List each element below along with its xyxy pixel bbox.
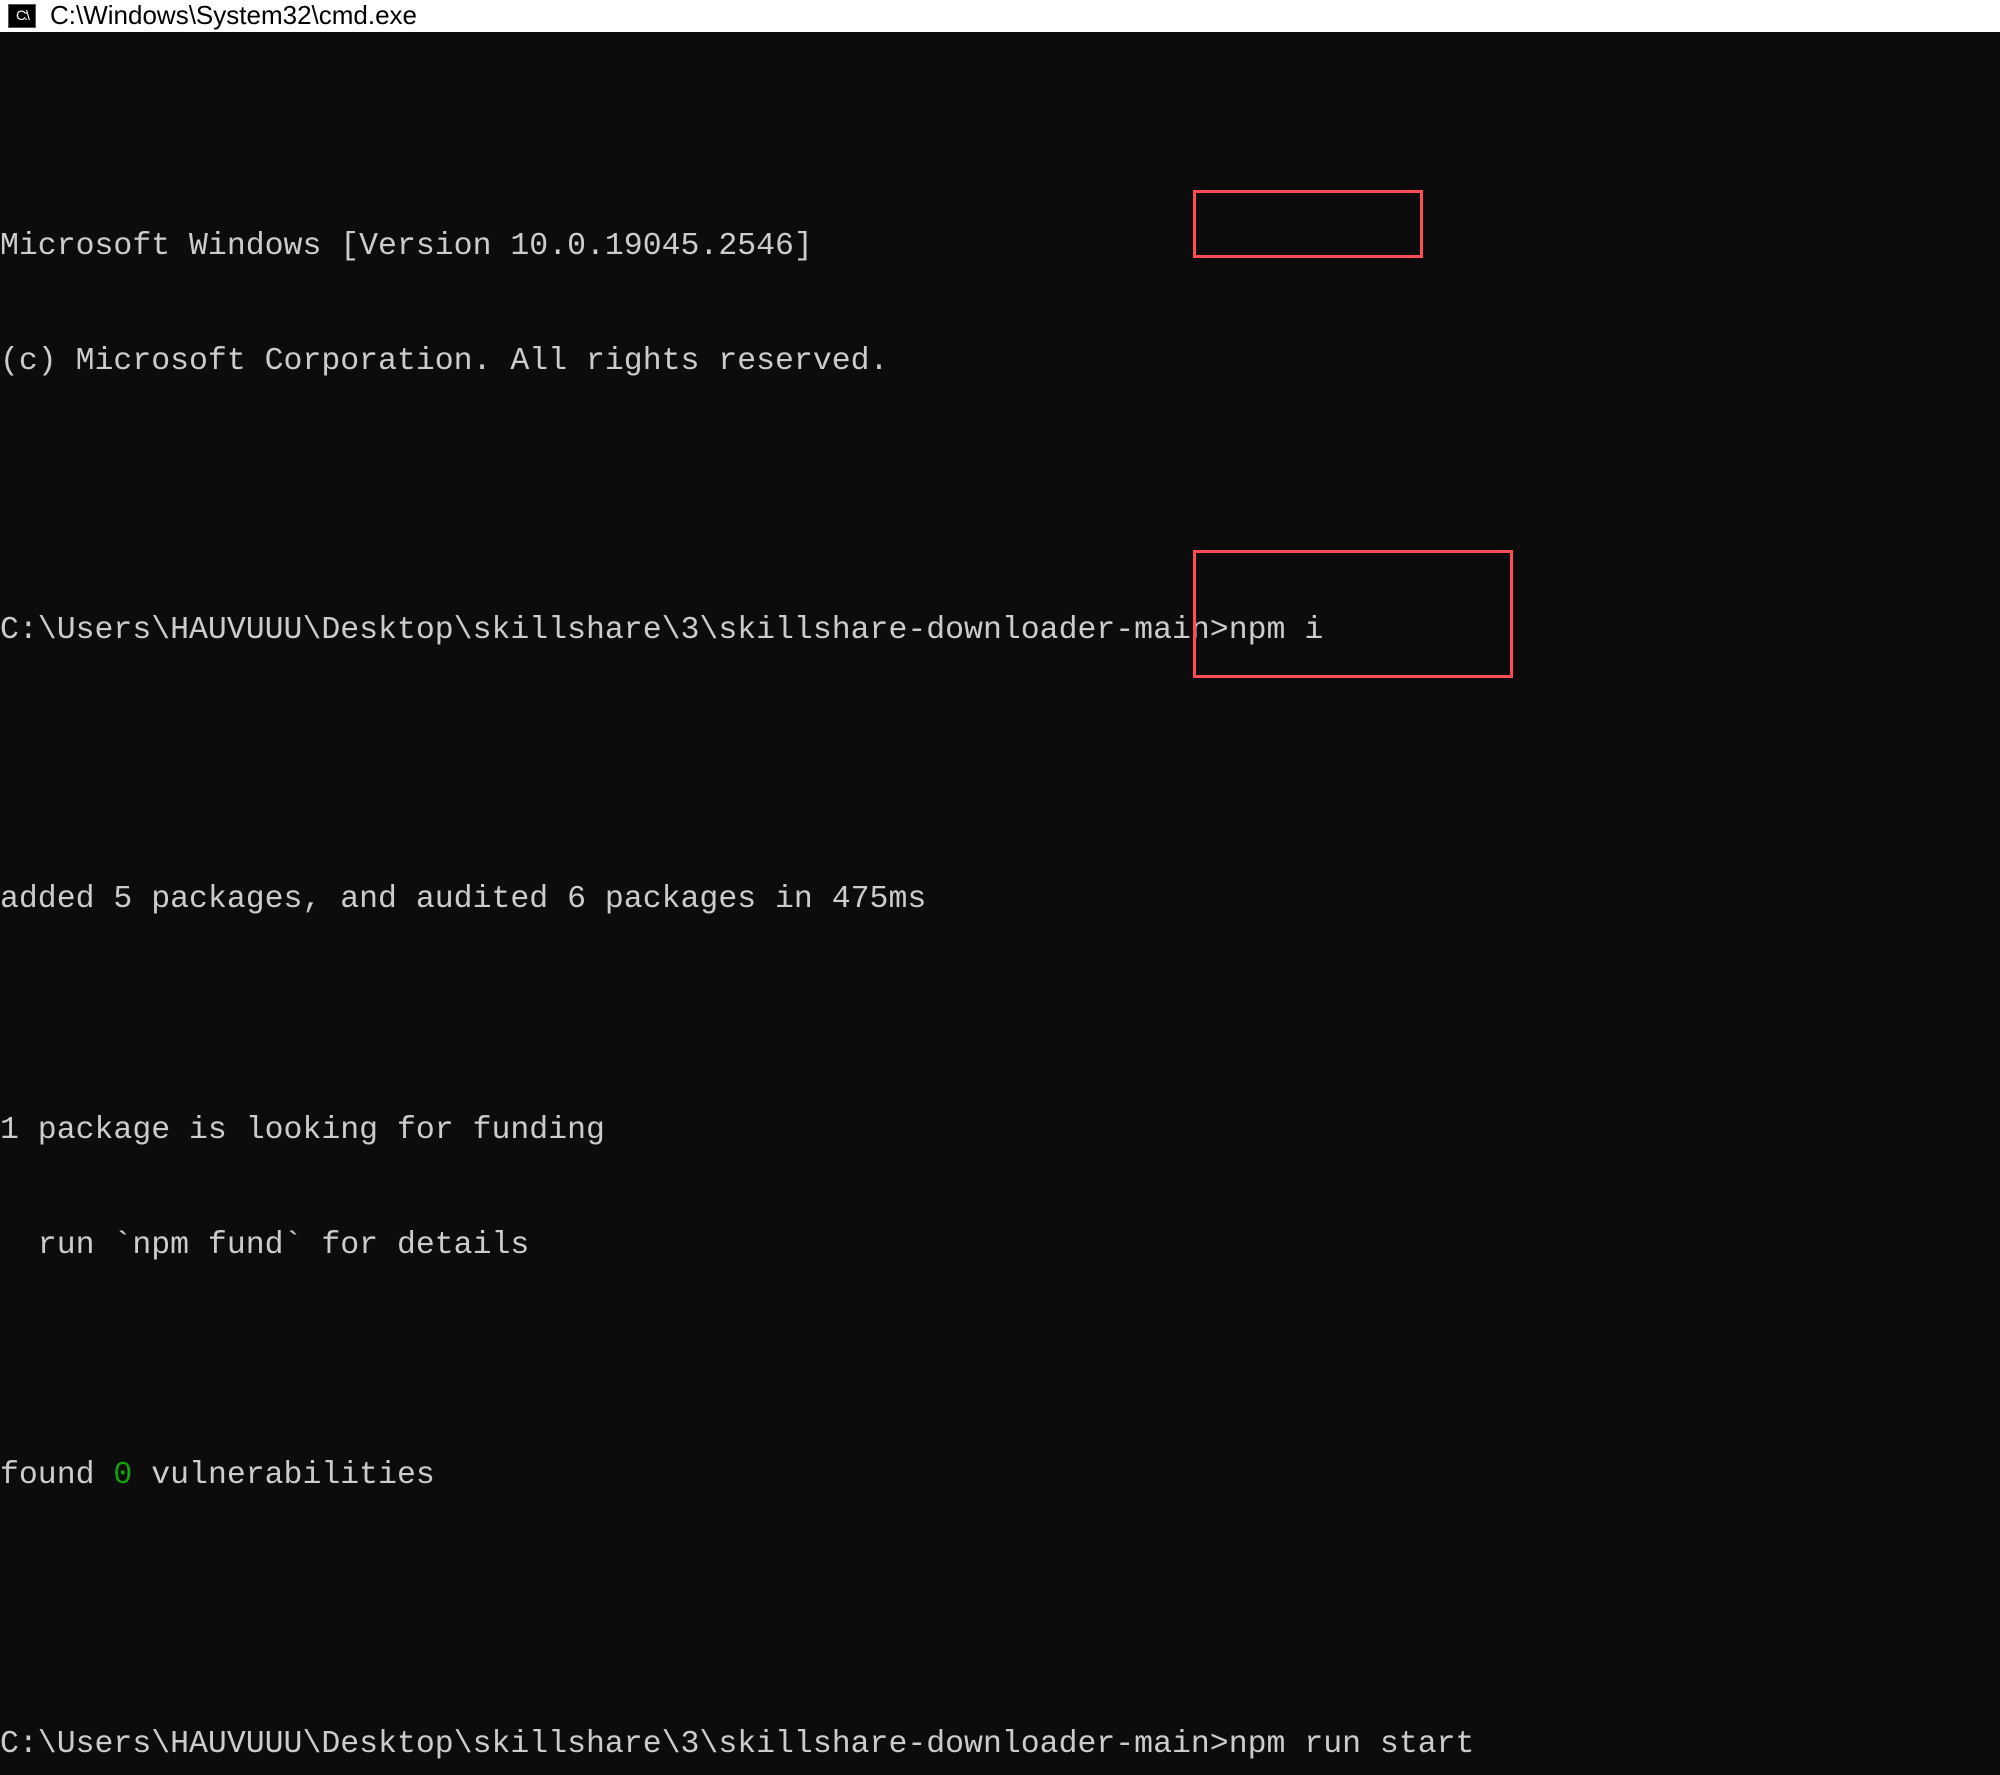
prompt-1: C:\Users\HAUVUUU\Desktop\skillshare\3\sk… [0, 612, 2000, 650]
found-suffix: vulnerabilities [132, 1458, 434, 1493]
zero-vuln: 0 [113, 1458, 132, 1493]
npm-funding-2: run `npm fund` for details [0, 1227, 2000, 1265]
cmd-window: C:\ C:\Windows\System32\cmd.exe Microsof… [0, 0, 2000, 1775]
prompt-2-cmd: npm run start [1229, 1727, 1475, 1762]
blank [0, 727, 2000, 765]
blank [0, 458, 2000, 496]
blank [0, 1573, 2000, 1611]
blank [0, 1342, 2000, 1380]
header-line-2: (c) Microsoft Corporation. All rights re… [0, 343, 2000, 381]
titlebar[interactable]: C:\ C:\Windows\System32\cmd.exe [0, 0, 2000, 32]
npm-funding-1: 1 package is looking for funding [0, 1112, 2000, 1150]
found-prefix: found [0, 1458, 113, 1493]
prompt-2: C:\Users\HAUVUUU\Desktop\skillshare\3\sk… [0, 1726, 2000, 1764]
npm-found: found 0 vulnerabilities [0, 1457, 2000, 1495]
prompt-1-cmd: npm i [1229, 613, 1324, 648]
prompt-1-path: C:\Users\HAUVUUU\Desktop\skillshare\3\sk… [0, 613, 1229, 648]
titlebar-path: C:\Windows\System32\cmd.exe [50, 0, 417, 32]
npm-added: added 5 packages, and audited 6 packages… [0, 881, 2000, 919]
terminal-output[interactable]: Microsoft Windows [Version 10.0.19045.25… [0, 32, 2000, 1775]
prompt-2-path: C:\Users\HAUVUUU\Desktop\skillshare\3\sk… [0, 1727, 1229, 1762]
cmd-icon: C:\ [8, 4, 36, 28]
blank [0, 996, 2000, 1034]
header-line-1: Microsoft Windows [Version 10.0.19045.25… [0, 228, 2000, 266]
